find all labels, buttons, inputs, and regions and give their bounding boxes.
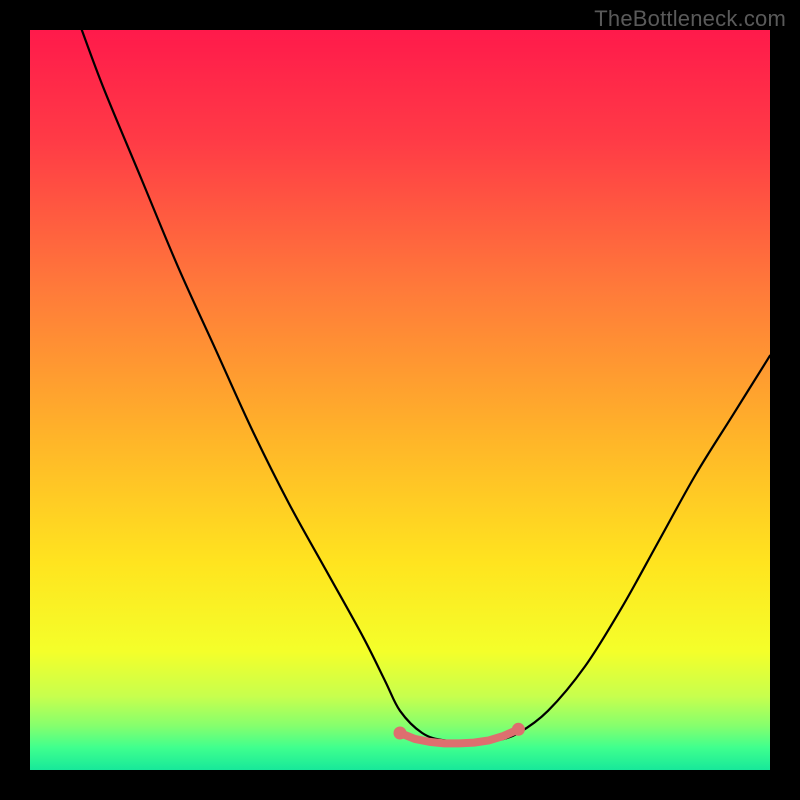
trough-highlight — [30, 30, 770, 770]
chart-frame: TheBottleneck.com — [0, 0, 800, 800]
watermark-text: TheBottleneck.com — [594, 6, 786, 32]
plot-area — [30, 30, 770, 770]
